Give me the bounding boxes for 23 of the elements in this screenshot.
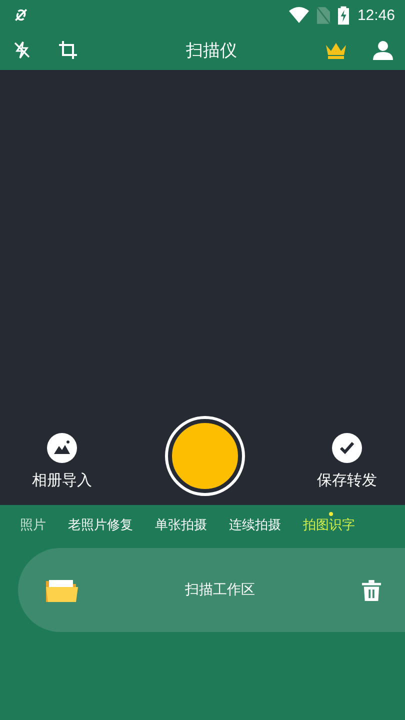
save-share-button[interactable]: 保存转发 xyxy=(317,432,377,490)
mode-tab[interactable]: 老照片修复 xyxy=(68,516,133,534)
trash-icon[interactable] xyxy=(362,580,381,600)
battery-icon xyxy=(338,6,350,24)
workspace-label: 扫描工作区 xyxy=(184,581,256,599)
crown-icon[interactable] xyxy=(325,41,347,59)
flash-off-icon[interactable] xyxy=(12,40,32,60)
app-title: 扫描仪 xyxy=(185,40,238,62)
no-sim-icon xyxy=(317,6,330,24)
image-icon xyxy=(47,432,77,462)
workspace-bar[interactable]: 扫描工作区 xyxy=(18,548,405,632)
profile-icon[interactable] xyxy=(373,40,393,60)
album-import-button[interactable]: 相册导入 xyxy=(32,432,92,490)
crop-icon[interactable] xyxy=(58,40,78,60)
folder-icon xyxy=(46,578,78,602)
mode-tab[interactable]: 单张拍摄 xyxy=(155,516,207,534)
checkmark-icon xyxy=(332,432,362,462)
usb-debug-icon xyxy=(12,6,30,24)
wifi-icon xyxy=(289,7,310,23)
shutter-button[interactable] xyxy=(168,419,242,493)
status-time: 12:46 xyxy=(357,6,395,24)
mode-tab[interactable]: 连续拍摄 xyxy=(229,516,281,534)
mode-tab[interactable]: 照片 xyxy=(20,516,46,534)
